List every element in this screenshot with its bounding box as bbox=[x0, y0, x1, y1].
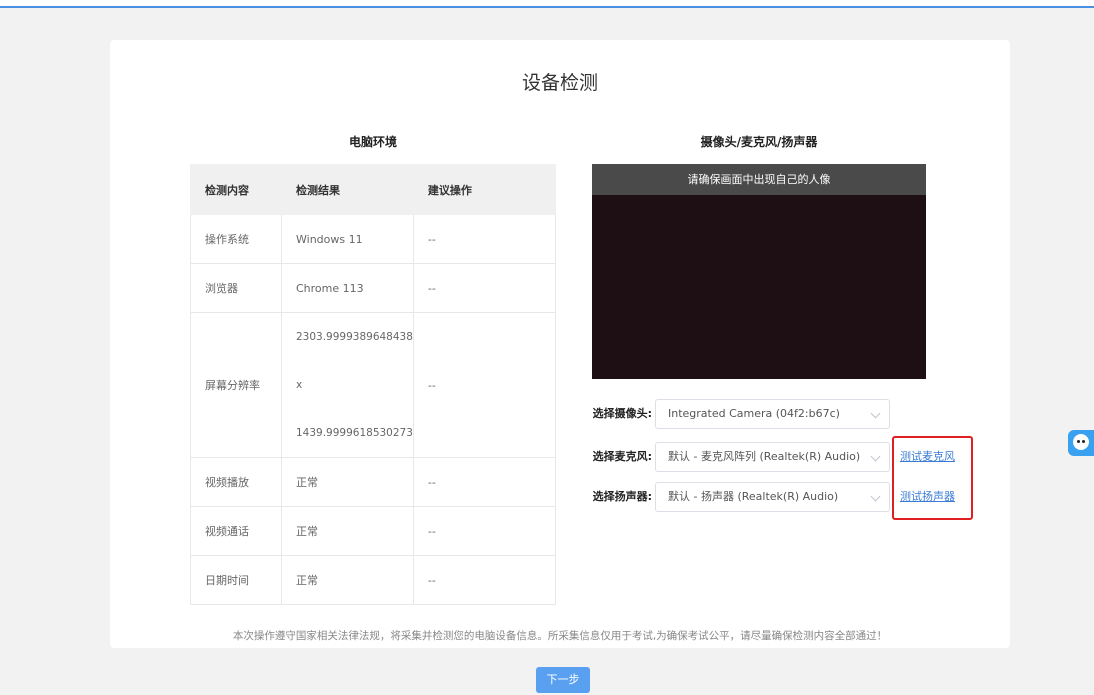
speaker-select-value: 默认 - 扬声器 (Realtek(R) Audio) bbox=[668, 490, 839, 503]
penguin-icon bbox=[1073, 434, 1089, 450]
camera-select[interactable]: Integrated Camera (04f2:b67c) bbox=[655, 399, 890, 429]
row-result: Windows 11 bbox=[281, 214, 414, 264]
eye-icon bbox=[1077, 440, 1080, 443]
top-bar bbox=[0, 0, 1094, 8]
chevron-down-icon bbox=[870, 491, 881, 502]
environment-table: 检测内容 检测结果 建议操作 操作系统 Windows 11 -- 浏览器 Ch… bbox=[190, 164, 557, 605]
header-result: 检测结果 bbox=[281, 164, 414, 215]
table-row: 视频通话 正常 -- bbox=[190, 506, 557, 556]
row-result: 正常 bbox=[281, 457, 414, 507]
header-item: 检测内容 bbox=[190, 164, 282, 215]
row-action: -- bbox=[412, 555, 557, 605]
chevron-down-icon bbox=[870, 451, 881, 462]
table-row: 日期时间 正常 -- bbox=[190, 555, 557, 605]
row-action: -- bbox=[412, 214, 557, 264]
row-action: -- bbox=[412, 263, 557, 313]
video-banner: 请确保画面中出现自己的人像 bbox=[592, 164, 926, 195]
next-button[interactable]: 下一步 bbox=[536, 667, 590, 693]
microphone-label: 选择麦克风: bbox=[592, 450, 652, 463]
speaker-label: 选择扬声器: bbox=[592, 490, 652, 503]
table-row: 操作系统 Windows 11 -- bbox=[190, 214, 557, 264]
privacy-notice: 本次操作遵守国家相关法律法规，将采集并检测您的电脑设备信息。所采集信息仅用于考试… bbox=[232, 630, 888, 642]
resolution-width: 2303.9999389648438 bbox=[296, 331, 413, 343]
row-item: 视频播放 bbox=[190, 457, 282, 507]
table-row: 屏幕分辨率 2303.9999389648438 x 1439.99996185… bbox=[190, 312, 557, 458]
camera-preview: 请确保画面中出现自己的人像 bbox=[592, 164, 926, 379]
camera-label: 选择摄像头: bbox=[592, 407, 652, 420]
highlight-annotation bbox=[892, 436, 973, 520]
eye-icon bbox=[1082, 440, 1085, 443]
row-item: 屏幕分辨率 bbox=[190, 312, 282, 458]
row-action: -- bbox=[412, 457, 557, 507]
row-result: 正常 bbox=[281, 555, 414, 605]
row-action: -- bbox=[412, 506, 557, 556]
environment-title: 电脑环境 bbox=[348, 135, 397, 149]
microphone-select-value: 默认 - 麦克风阵列 (Realtek(R) Audio) bbox=[668, 450, 861, 463]
table-header-row: 检测内容 检测结果 建议操作 bbox=[190, 164, 557, 215]
speaker-select[interactable]: 默认 - 扬声器 (Realtek(R) Audio) bbox=[655, 482, 890, 512]
assistant-float-icon[interactable] bbox=[1068, 430, 1094, 456]
row-result: 2303.9999389648438 x 1439.9999618530273 bbox=[281, 312, 414, 458]
microphone-select[interactable]: 默认 - 麦克风阵列 (Realtek(R) Audio) bbox=[655, 442, 890, 472]
resolution-height: 1439.9999618530273 bbox=[296, 427, 413, 439]
chevron-down-icon bbox=[870, 408, 881, 419]
resolution-separator: x bbox=[296, 379, 303, 391]
row-item: 视频通话 bbox=[190, 506, 282, 556]
row-item: 浏览器 bbox=[190, 263, 282, 313]
row-item: 日期时间 bbox=[190, 555, 282, 605]
table-row: 浏览器 Chrome 113 -- bbox=[190, 263, 557, 313]
camera-select-value: Integrated Camera (04f2:b67c) bbox=[668, 407, 840, 420]
row-item: 操作系统 bbox=[190, 214, 282, 264]
row-result: Chrome 113 bbox=[281, 263, 414, 313]
header-action: 建议操作 bbox=[412, 164, 557, 215]
table-row: 视频播放 正常 -- bbox=[190, 457, 557, 507]
device-check-card: 设备检测 电脑环境 摄像头/麦克风/扬声器 检测内容 检测结果 建议操作 操作系… bbox=[110, 40, 1010, 648]
devices-title: 摄像头/麦克风/扬声器 bbox=[700, 135, 818, 149]
page-title: 设备检测 bbox=[521, 72, 598, 94]
row-result: 正常 bbox=[281, 506, 414, 556]
row-action: -- bbox=[412, 312, 557, 458]
